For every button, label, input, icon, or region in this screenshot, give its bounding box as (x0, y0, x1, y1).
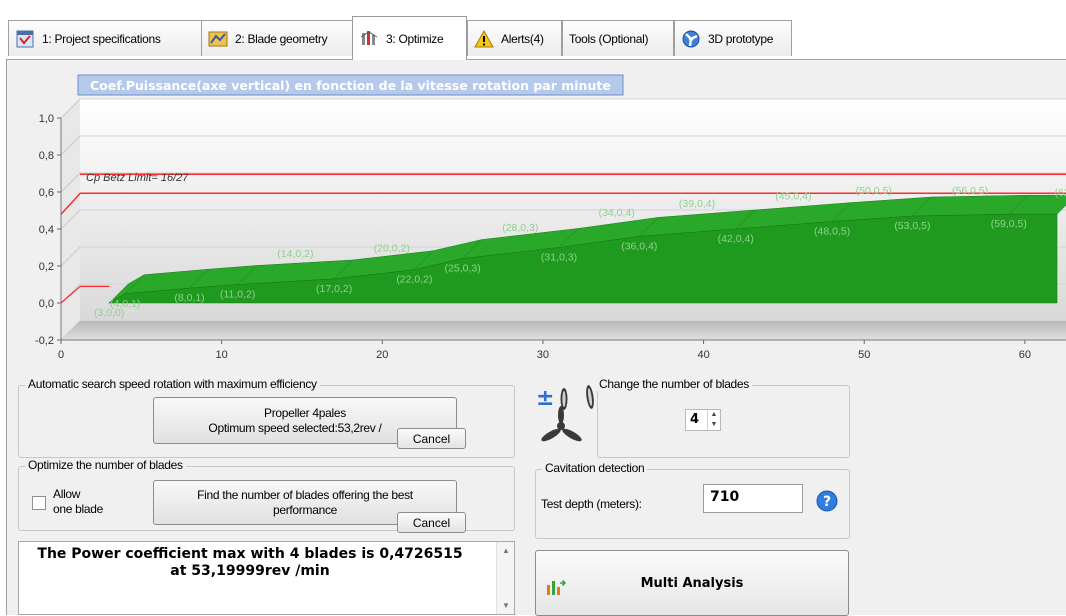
x-tick-label: 40 (697, 349, 709, 361)
back-point-label: (50,0,5) (856, 185, 892, 197)
back-point-label: (14,0,2) (277, 248, 313, 260)
alert-icon (474, 29, 494, 47)
y-tick-label: 0,6 (39, 187, 54, 199)
result-line-2: at 53,19999rev /min (170, 563, 330, 579)
front-point-label: (59,0,5) (991, 218, 1027, 230)
front-point-label: (11,0,2) (220, 289, 255, 301)
geometry-icon (208, 31, 228, 46)
optimize-blades-legend: Optimize the number of blades (25, 458, 186, 472)
y-tick-label: 0,0 (39, 298, 54, 310)
y-tick-label: 0,8 (39, 150, 54, 162)
result-textbox[interactable]: The Power coefficient max with 4 blades … (18, 541, 515, 615)
y-tick-label: 1,0 (39, 113, 54, 125)
scroll-down-arrow-icon[interactable]: ▼ (502, 601, 510, 610)
spec-icon (16, 30, 34, 47)
svg-text:?: ? (823, 494, 831, 510)
prototype-icon (682, 30, 700, 47)
optimum-speed-text: Optimum speed selected:53,2rev / (208, 420, 382, 435)
y-tick-label: 0,4 (39, 224, 54, 236)
front-point-label: (4,0,1) (110, 298, 140, 310)
tab-alerts[interactable]: Alerts(4) (467, 20, 562, 56)
front-point-label: (53,0,5) (894, 220, 930, 232)
tab-label: 1: Project specifications (42, 31, 161, 46)
blade-count-group: Change the number of blades (596, 377, 850, 458)
chart-title: Coef.Puissance(axe vertical) en fonction… (90, 78, 611, 93)
scroll-up-arrow-icon[interactable]: ▲ (502, 546, 510, 555)
help-icon[interactable]: ? (816, 490, 838, 512)
x-tick-label: 20 (376, 349, 388, 361)
svg-text:±: ± (536, 386, 554, 411)
spin-up-icon[interactable]: ▲ (708, 410, 720, 420)
allow-one-blade-label-2: one blade (53, 502, 104, 516)
tab-label: 2: Blade geometry (235, 31, 328, 46)
result-scrollbar[interactable]: ▲ ▼ (496, 542, 514, 614)
front-point-label: (8,0,1) (174, 292, 204, 304)
tab-blade-geometry[interactable]: 2: Blade geometry (201, 20, 353, 56)
tab-label: Tools (Optional) (569, 31, 649, 46)
tab-label: 3D prototype (708, 31, 774, 46)
allow-one-blade-label-1: Allow (53, 487, 81, 501)
x-tick-label: 50 (858, 349, 870, 361)
cavitation-legend: Cavitation detection (542, 461, 648, 475)
blade-count-spinner[interactable]: 4 ▲ ▼ (685, 409, 721, 431)
allow-one-blade-checkbox[interactable] (32, 496, 46, 510)
blade-count-icon: ± (536, 385, 594, 442)
front-point-label: (25,0,3) (445, 263, 481, 275)
back-point-label: (34,0,4) (599, 207, 635, 219)
auto-search-legend: Automatic search speed rotation with max… (25, 377, 320, 391)
back-point-label: (20,0,2) (374, 242, 410, 254)
auto-search-cancel-button[interactable]: Cancel (397, 428, 466, 449)
x-tick-label: 10 (216, 349, 228, 361)
test-depth-label: Test depth (meters): (541, 497, 642, 511)
tab-tools-optional[interactable]: Tools (Optional) (562, 20, 674, 56)
multi-analysis-label: Multi Analysis (640, 575, 744, 591)
front-point-label: (36,0,4) (621, 240, 657, 252)
optimize-icon (360, 30, 378, 45)
back-point-label: (28,0,3) (502, 222, 538, 234)
x-tick-label: 30 (537, 349, 549, 361)
x-tick-label: 0 (58, 349, 64, 361)
blade-count-legend: Change the number of blades (596, 377, 753, 391)
tab-3d-prototype[interactable]: 3D prototype (674, 20, 792, 56)
back-point-label: (62,0 (1055, 187, 1066, 199)
spinner-buttons[interactable]: ▲ ▼ (707, 410, 720, 430)
tab-label: Alerts(4) (501, 31, 544, 46)
spin-down-icon[interactable]: ▼ (708, 420, 720, 430)
test-depth-input[interactable]: 710 (703, 484, 803, 513)
back-point-label: (56,0,5) (952, 185, 988, 197)
front-point-label: (22,0,2) (396, 274, 432, 286)
tab-optimize[interactable]: 3: Optimize (352, 16, 467, 60)
result-line-1: The Power coefficient max with 4 blades … (37, 546, 463, 562)
x-tick-label: 60 (1019, 349, 1031, 361)
front-point-label: (31,0,3) (541, 252, 577, 264)
front-point-label: (48,0,5) (814, 226, 850, 238)
y-tick-label: -0,2 (35, 335, 54, 347)
blade-count-value: 4 (690, 412, 700, 427)
front-point-label: (17,0,2) (316, 283, 352, 295)
chart-floor (61, 321, 1066, 340)
tab-project-specifications[interactable]: 1: Project specifications (8, 20, 202, 56)
back-point-label: (39,0,4) (679, 198, 715, 210)
tab-label: 3: Optimize (386, 31, 444, 46)
optimize-blades-cancel-button[interactable]: Cancel (397, 512, 466, 533)
result-text: The Power coefficient max with 4 blades … (19, 546, 481, 580)
propeller-name: Propeller 4pales (264, 405, 346, 420)
back-point-label: (45,0,4) (775, 190, 811, 202)
tab-bar: 1: Project specifications 2: Blade geome… (0, 0, 1066, 62)
floor-plane (61, 321, 1066, 340)
multi-analysis-button[interactable]: Multi Analysis (535, 550, 849, 616)
power-coefficient-chart[interactable]: (3,0,0)(4,0,1) (8,0,1) (11,0,2) (17,0,2)(22… (0, 62, 1066, 368)
front-point-label: (42,0,4) (718, 233, 754, 245)
betz-limit-label: Cp Betz Limit= 16/27 (86, 172, 189, 184)
y-tick-label: 0,2 (39, 261, 54, 273)
